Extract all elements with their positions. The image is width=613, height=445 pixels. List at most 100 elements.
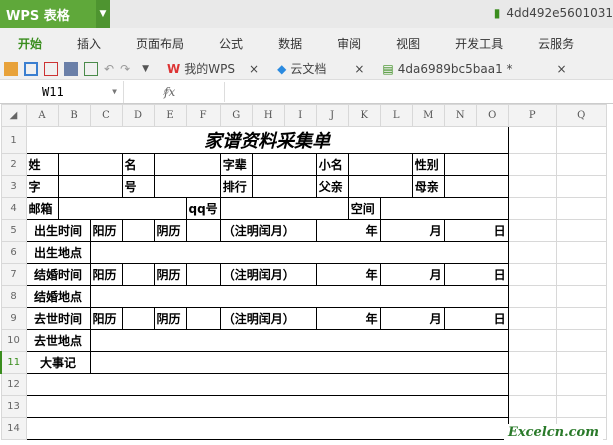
label-surname[interactable]: 姓 xyxy=(25,153,59,176)
column-header[interactable]: A xyxy=(25,104,59,127)
cell[interactable] xyxy=(507,395,557,418)
input-cell[interactable] xyxy=(379,197,509,220)
select-all-corner[interactable]: ◢ xyxy=(0,104,27,127)
cell[interactable] xyxy=(507,197,557,220)
cell[interactable] xyxy=(507,126,557,154)
label-day[interactable]: 日 xyxy=(443,219,509,242)
close-icon[interactable]: × xyxy=(517,62,567,76)
column-header[interactable]: L xyxy=(379,104,413,127)
input-cell[interactable] xyxy=(347,175,413,198)
tab-spreadsheet[interactable]: ▤ 4da6989bc5baa1 * × xyxy=(376,62,572,76)
input-cell[interactable] xyxy=(121,219,155,242)
row-header[interactable]: 3 xyxy=(0,175,27,198)
label-solar[interactable]: 阳历 xyxy=(89,263,123,286)
input-cell[interactable] xyxy=(443,153,509,176)
input-cell[interactable] xyxy=(443,175,509,198)
label-generation-name[interactable]: 字辈 xyxy=(219,153,253,176)
column-header[interactable]: H xyxy=(251,104,285,127)
label-leap-month-note[interactable]: （注明闰月） xyxy=(219,263,317,286)
input-cell[interactable] xyxy=(347,153,413,176)
cell[interactable] xyxy=(555,285,607,308)
row-header[interactable]: 4 xyxy=(0,197,27,220)
cell[interactable] xyxy=(555,175,607,198)
label-solar[interactable]: 阳历 xyxy=(89,307,123,330)
cell[interactable] xyxy=(555,263,607,286)
row-header[interactable]: 5 xyxy=(0,219,27,242)
close-icon[interactable]: × xyxy=(239,62,259,76)
input-cell[interactable] xyxy=(185,307,221,330)
column-header[interactable]: M xyxy=(411,104,445,127)
label-birth-place[interactable]: 出生地点 xyxy=(25,241,91,264)
label-month[interactable]: 月 xyxy=(379,307,445,330)
column-header[interactable]: G xyxy=(219,104,253,127)
cell[interactable] xyxy=(507,175,557,198)
label-month[interactable]: 月 xyxy=(379,263,445,286)
spreadsheet-grid[interactable]: ◢ ABCDEFGHIJKLMNOPQ 1 家谱资料采集单 2 姓 名 字辈 小名… xyxy=(0,104,607,440)
fx-button[interactable]: fx xyxy=(124,85,224,99)
row-header[interactable]: 13 xyxy=(0,395,27,418)
label-death-time[interactable]: 去世时间 xyxy=(25,307,91,330)
row-header[interactable]: 14 xyxy=(0,417,27,440)
cell[interactable] xyxy=(507,329,557,352)
menu-data[interactable]: 数据 xyxy=(260,35,319,52)
redo-icon[interactable]: ↷ xyxy=(120,62,130,76)
column-header[interactable]: N xyxy=(443,104,477,127)
row-header[interactable]: 1 xyxy=(0,126,27,154)
label-given-name[interactable]: 名 xyxy=(121,153,155,176)
input-cell[interactable] xyxy=(153,175,221,198)
label-leap-month-note[interactable]: （注明闰月） xyxy=(219,307,317,330)
cell[interactable] xyxy=(555,373,607,396)
row-header[interactable]: 12 xyxy=(0,373,27,396)
row-header[interactable]: 8 xyxy=(0,285,27,308)
input-cell[interactable] xyxy=(89,241,509,264)
input-cell[interactable] xyxy=(251,175,317,198)
cell[interactable] xyxy=(555,329,607,352)
cell[interactable] xyxy=(507,219,557,242)
tab-cloud-docs[interactable]: ◆ 云文档 × xyxy=(271,60,370,77)
formula-input[interactable] xyxy=(224,81,613,102)
label-art-name[interactable]: 号 xyxy=(121,175,155,198)
label-year[interactable]: 年 xyxy=(315,307,381,330)
row-header[interactable]: 10 xyxy=(0,329,27,352)
label-lunar[interactable]: 阴历 xyxy=(153,263,187,286)
input-cell[interactable] xyxy=(185,219,221,242)
label-space[interactable]: 空间 xyxy=(347,197,381,220)
row-header[interactable]: 6 xyxy=(0,241,27,264)
cell[interactable] xyxy=(555,395,607,418)
tab-my-wps[interactable]: W 我的WPS × xyxy=(161,60,265,77)
cell[interactable] xyxy=(555,307,607,330)
row-header[interactable]: 11 xyxy=(0,351,27,374)
close-icon[interactable]: × xyxy=(330,62,364,76)
cell[interactable] xyxy=(507,153,557,176)
print-preview-icon[interactable] xyxy=(84,61,98,76)
zoom-search-icon[interactable]: ⌕ xyxy=(163,84,170,99)
customize-dropdown-icon[interactable]: ▼ xyxy=(136,64,155,74)
label-mother[interactable]: 母亲 xyxy=(411,175,445,198)
label-leap-month-note[interactable]: （注明闰月） xyxy=(219,219,317,242)
label-solar[interactable]: 阳历 xyxy=(89,219,123,242)
label-qq[interactable]: qq号 xyxy=(185,197,221,220)
label-father[interactable]: 父亲 xyxy=(315,175,349,198)
menu-review[interactable]: 审阅 xyxy=(319,35,378,52)
wps-menu-button[interactable]: WPS 表格 ▼ xyxy=(0,0,110,28)
menu-formulas[interactable]: 公式 xyxy=(201,35,260,52)
column-header[interactable]: P xyxy=(507,104,557,127)
column-header[interactable]: Q xyxy=(555,104,607,127)
column-header[interactable]: C xyxy=(89,104,123,127)
input-cell[interactable] xyxy=(121,263,155,286)
menu-cloud[interactable]: 云服务 xyxy=(520,35,591,52)
label-marriage-time[interactable]: 结婚时间 xyxy=(25,263,91,286)
label-courtesy-name[interactable]: 字 xyxy=(25,175,59,198)
label-year[interactable]: 年 xyxy=(315,263,381,286)
label-day[interactable]: 日 xyxy=(443,263,509,286)
label-major-events[interactable]: 大事记 xyxy=(25,351,91,374)
input-cell[interactable] xyxy=(57,153,123,176)
label-lunar[interactable]: 阴历 xyxy=(153,219,187,242)
cell[interactable] xyxy=(555,241,607,264)
label-marriage-place[interactable]: 结婚地点 xyxy=(25,285,91,308)
input-cell[interactable] xyxy=(89,351,509,374)
row-header[interactable]: 9 xyxy=(0,307,27,330)
input-cell[interactable] xyxy=(89,285,509,308)
cell[interactable] xyxy=(555,126,607,154)
label-email[interactable]: 邮箱 xyxy=(25,197,59,220)
